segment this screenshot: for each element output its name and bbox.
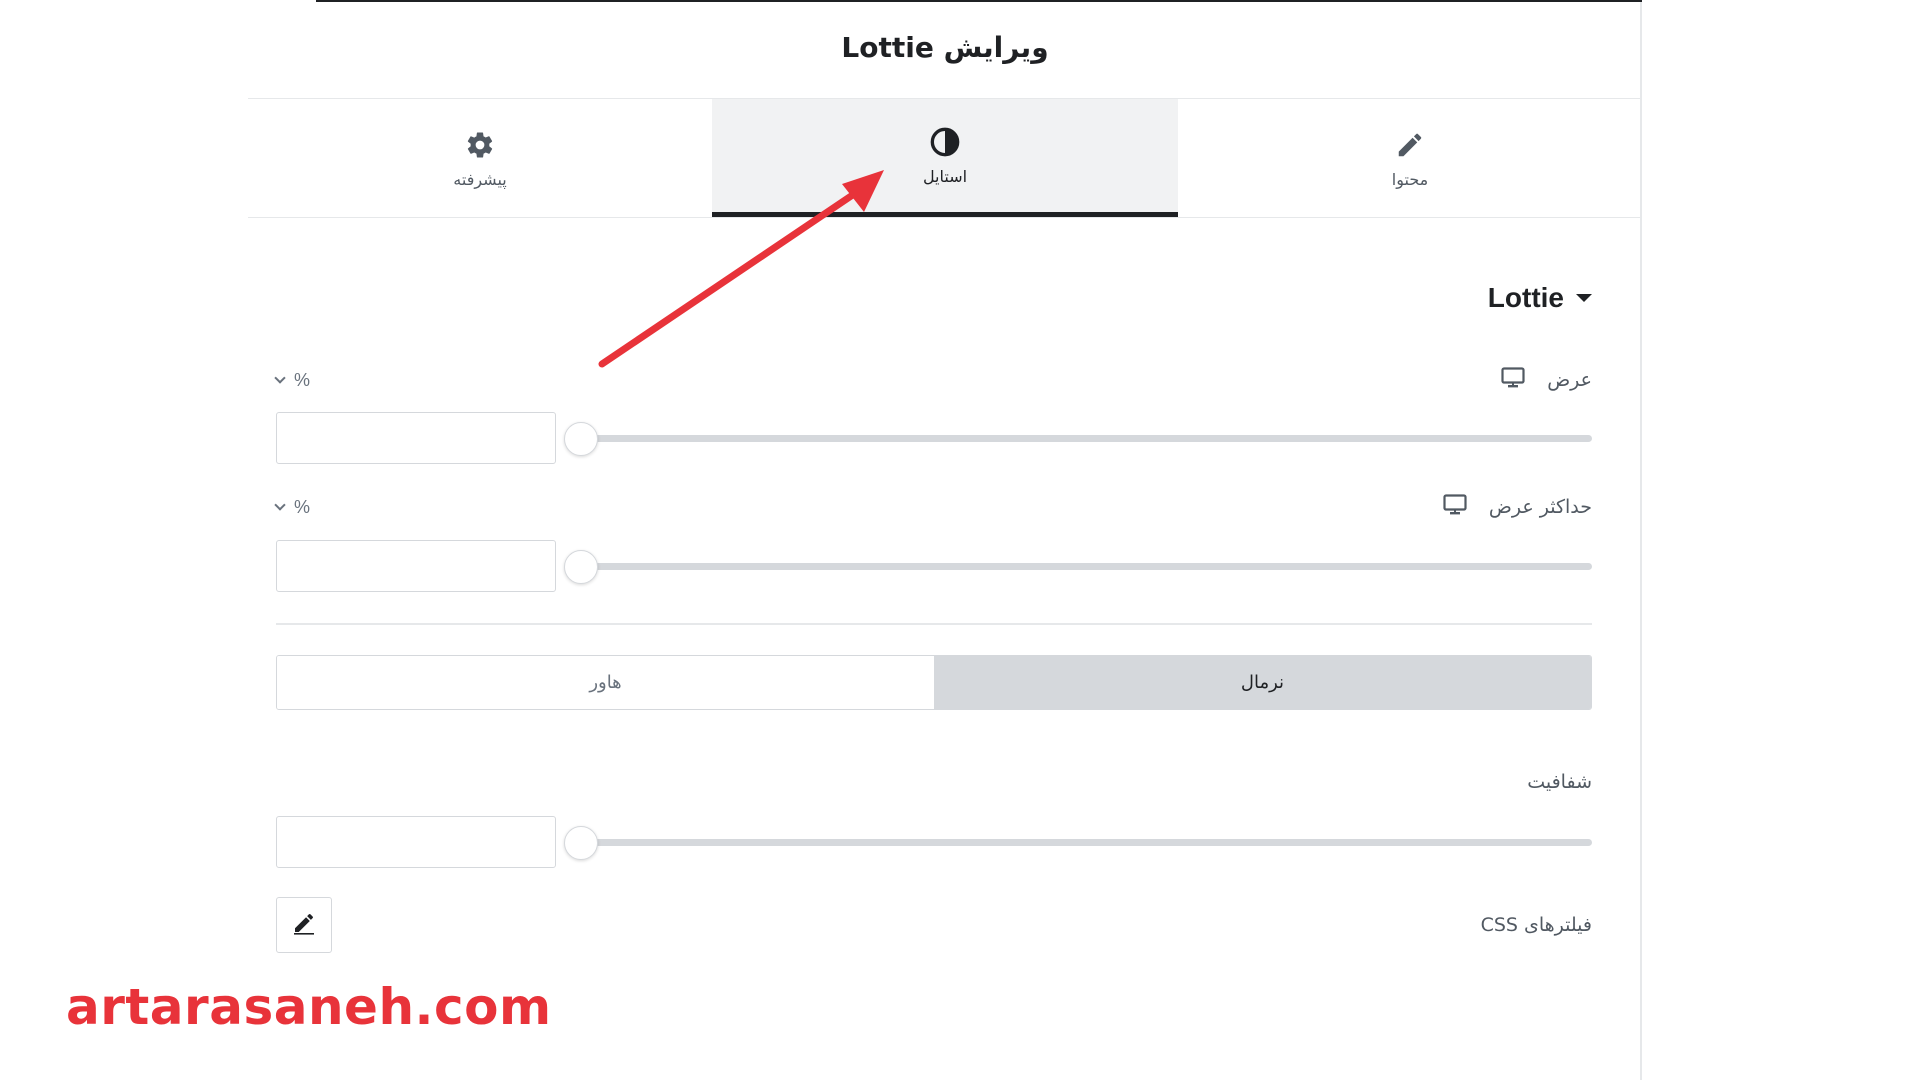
pencil-icon — [1393, 128, 1427, 162]
editor-panel: ویرایش Lottie پیشرفته استایل محتوا Lotti… — [248, 0, 1642, 1080]
section-toggle-lottie[interactable]: Lottie — [1488, 282, 1592, 314]
chevron-down-icon — [274, 372, 286, 384]
max-width-label-row: حداکثر عرض % — [274, 492, 1592, 522]
tab-advanced[interactable]: پیشرفته — [248, 99, 712, 217]
css-filters-label: فیلترهای CSS — [1480, 914, 1592, 936]
tab-style-label: استایل — [922, 167, 968, 186]
opacity-input[interactable] — [276, 816, 556, 868]
tab-content[interactable]: محتوا — [1178, 99, 1642, 217]
state-tabs: هاور نرمال — [276, 655, 1592, 710]
opacity-slider-handle[interactable] — [564, 826, 598, 860]
max-width-slider-row — [276, 540, 1592, 592]
section-divider — [276, 623, 1592, 625]
width-label: عرض — [1547, 369, 1592, 391]
panel-title: ویرایش Lottie — [841, 30, 1049, 64]
section-title: Lottie — [1487, 282, 1564, 313]
watermark-text: artarasaneh.com — [66, 978, 552, 1036]
desktop-icon[interactable] — [1443, 494, 1467, 520]
chevron-down-icon — [274, 499, 286, 511]
max-width-unit: % — [294, 496, 311, 517]
opacity-slider-row — [276, 816, 1592, 868]
css-filters-row: فیلترهای CSS — [276, 897, 1592, 953]
max-width-label: حداکثر عرض — [1488, 496, 1592, 518]
max-width-input[interactable] — [276, 540, 556, 592]
caret-down-icon — [1576, 294, 1592, 302]
tab-style[interactable]: استایل — [712, 99, 1178, 217]
tab-content-label: محتوا — [1391, 169, 1429, 189]
panel-header: ویرایش Lottie — [248, 0, 1642, 99]
width-unit-select[interactable]: % — [274, 369, 311, 391]
opacity-label: شفافیت — [1527, 771, 1592, 793]
contrast-icon — [928, 125, 962, 159]
max-width-slider-track[interactable] — [578, 563, 1592, 570]
state-tab-normal[interactable]: نرمال — [934, 656, 1591, 709]
opacity-slider-track[interactable] — [578, 839, 1592, 846]
desktop-icon[interactable] — [1501, 367, 1525, 393]
gear-icon — [463, 128, 497, 162]
state-tab-hover[interactable]: هاور — [277, 656, 934, 709]
width-slider-row — [276, 412, 1592, 464]
width-input[interactable] — [276, 412, 556, 464]
pencil-icon — [292, 911, 316, 939]
panel-tabs: پیشرفته استایل محتوا — [248, 99, 1642, 218]
tab-advanced-label: پیشرفته — [453, 169, 507, 189]
max-width-slider-handle[interactable] — [564, 550, 598, 584]
width-label-row: عرض % — [274, 365, 1592, 395]
width-slider-track[interactable] — [578, 435, 1592, 442]
width-slider-handle[interactable] — [564, 422, 598, 456]
width-unit: % — [294, 369, 311, 390]
opacity-label-row: شفافیت — [276, 767, 1592, 797]
max-width-unit-select[interactable]: % — [274, 496, 311, 518]
css-filters-edit-button[interactable] — [276, 897, 332, 953]
